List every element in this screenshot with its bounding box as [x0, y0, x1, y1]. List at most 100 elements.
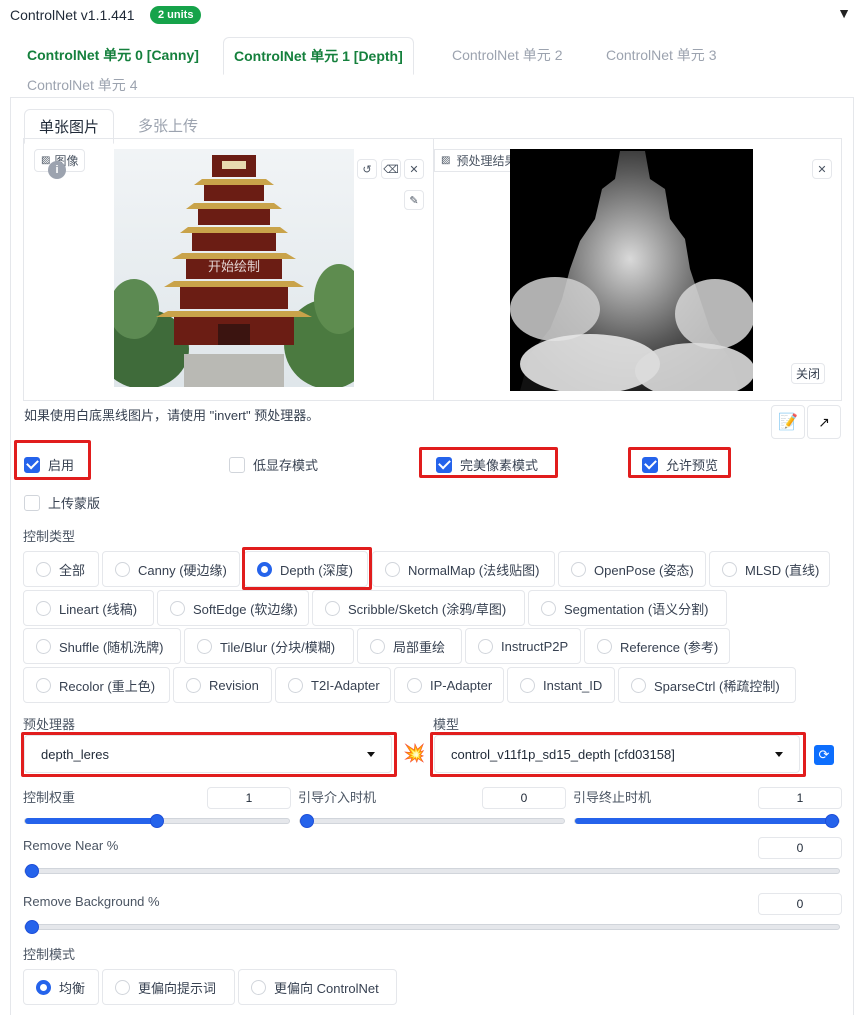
control-mode-option-selected[interactable]: 均衡 — [23, 969, 99, 1005]
preprocessor-label: 预处理器 — [23, 717, 76, 732]
radio-icon — [478, 638, 493, 654]
eraser-icon[interactable]: ⌫ — [381, 159, 401, 179]
remove-near-slider[interactable] — [24, 864, 840, 878]
upload-mask-checkbox[interactable]: 上传蒙版 — [24, 493, 100, 512]
control-mode-option[interactable]: 更偏向提示词 — [102, 969, 235, 1005]
control-type-option[interactable]: Reference (参考) — [584, 628, 730, 664]
highlight-box — [21, 732, 397, 777]
checkbox-unchecked-icon — [229, 456, 245, 473]
radio-icon — [520, 677, 535, 693]
input-pagoda-image: 开始绘制 — [114, 149, 354, 387]
option-label: IP-Adapter — [430, 677, 493, 693]
radio-icon — [722, 561, 737, 577]
control-mode-option[interactable]: 更偏向 ControlNet — [238, 969, 397, 1005]
refresh-models-icon[interactable]: ⟳ — [814, 745, 834, 765]
control-type-option[interactable]: InstructP2P — [465, 628, 581, 664]
slider-thumb[interactable] — [825, 814, 839, 828]
radio-icon — [36, 638, 51, 654]
weight-slider[interactable] — [24, 814, 290, 828]
option-label: 全部 — [59, 562, 86, 578]
option-label: Instant_ID — [543, 677, 603, 693]
control-type-option[interactable]: 全部 — [23, 551, 99, 587]
info-icon[interactable]: i — [48, 161, 66, 179]
highlight-box — [419, 447, 558, 478]
option-label: SparseCtrl (稀疏控制) — [654, 678, 780, 694]
close-preview-icon[interactable]: ✕ — [812, 159, 832, 179]
highlight-box — [430, 732, 806, 777]
control-type-option[interactable]: MLSD (直线) — [709, 551, 830, 587]
slider-thumb[interactable] — [25, 864, 39, 878]
slider-thumb[interactable] — [300, 814, 314, 828]
tab-unit-1[interactable]: ControlNet 单元 1 [Depth] — [223, 37, 414, 75]
clear-image-icon[interactable]: ✕ — [404, 159, 424, 179]
control-type-option[interactable]: NormalMap (法线贴图) — [372, 551, 555, 587]
control-type-option[interactable]: Tile/Blur (分块/模糊) — [184, 628, 354, 664]
radio-icon — [36, 677, 51, 693]
radio-icon — [36, 561, 51, 577]
control-type-option[interactable]: Scribble/Sketch (涂鸦/草图) — [312, 590, 525, 626]
option-label: Tile/Blur (分块/模糊) — [220, 639, 336, 655]
control-type-option[interactable]: Segmentation (语义分割) — [528, 590, 727, 626]
end-slider[interactable] — [574, 814, 840, 828]
brush-icon[interactable]: ✎ — [404, 190, 424, 210]
image-icon: ▨ — [441, 155, 451, 166]
option-label: 均衡 — [59, 980, 86, 996]
image-area: ▨ 图像 i 开始绘制 ↺ ⌫ ✕ ✎ ▨ 预处理结果预览 ✕ 关闭 — [23, 138, 842, 401]
radio-icon — [597, 638, 612, 654]
start-slider[interactable] — [299, 814, 565, 828]
option-label: SoftEdge (软边缘) — [193, 601, 298, 617]
option-label: Recolor (重上色) — [59, 678, 156, 694]
control-type-option[interactable]: Revision — [173, 667, 272, 703]
control-type-option[interactable]: Canny (硬边缘) — [102, 551, 240, 587]
preview-image-panel: ▨ 预处理结果预览 ✕ 关闭 — [434, 139, 841, 400]
remove-bg-input[interactable]: 0 — [758, 893, 842, 915]
control-type-option[interactable]: IP-Adapter — [394, 667, 504, 703]
radio-icon — [370, 638, 385, 654]
undo-icon[interactable]: ↺ — [357, 159, 377, 179]
radio-icon — [36, 600, 51, 616]
option-label: 更偏向 ControlNet — [274, 980, 379, 996]
run-preprocessor-icon[interactable]: 💥 — [403, 743, 425, 764]
control-type-option[interactable]: T2I-Adapter — [275, 667, 391, 703]
slider-thumb[interactable] — [25, 920, 39, 934]
slider-thumb[interactable] — [150, 814, 164, 828]
control-type-option[interactable]: SoftEdge (软边缘) — [157, 590, 309, 626]
radio-selected-icon — [36, 979, 51, 995]
low-vram-checkbox[interactable]: 低显存模式 — [229, 455, 318, 474]
control-type-option[interactable]: Instant_ID — [507, 667, 615, 703]
option-label: MLSD (直线) — [745, 562, 820, 578]
end-input[interactable]: 1 — [758, 787, 842, 809]
control-mode-label: 控制模式 — [23, 947, 76, 962]
radio-icon — [571, 561, 586, 577]
remove-near-input[interactable]: 0 — [758, 837, 842, 859]
option-label: Segmentation (语义分割) — [564, 601, 709, 617]
tab-unit-2[interactable]: ControlNet 单元 2 — [442, 37, 572, 73]
control-type-option[interactable]: Lineart (线稿) — [23, 590, 154, 626]
start-input[interactable]: 0 — [482, 787, 566, 809]
close-preview-button[interactable]: 关闭 — [791, 363, 826, 384]
option-label: Canny (硬边缘) — [138, 562, 227, 578]
radio-icon — [170, 600, 185, 616]
depth-preview-image — [510, 149, 753, 391]
control-type-option[interactable]: Shuffle (随机洗牌) — [23, 628, 181, 664]
remove-bg-slider[interactable] — [24, 920, 840, 934]
option-label: 局部重绘 — [393, 639, 446, 655]
collapse-arrow-icon[interactable]: ▼ — [837, 5, 851, 21]
control-type-option[interactable]: Recolor (重上色) — [23, 667, 170, 703]
send-dimensions-icon[interactable]: ↗ — [807, 405, 841, 439]
input-image-panel[interactable]: ▨ 图像 i 开始绘制 ↺ ⌫ ✕ ✎ — [24, 139, 434, 400]
control-type-option[interactable]: 局部重绘 — [357, 628, 462, 664]
option-label: Shuffle (随机洗牌) — [59, 639, 164, 655]
radio-icon — [186, 677, 201, 693]
remove-bg-label: Remove Background % — [23, 894, 160, 909]
option-label: Scribble/Sketch (涂鸦/草图) — [348, 601, 507, 617]
tab-unit-3[interactable]: ControlNet 单元 3 — [596, 37, 726, 73]
slider-fill — [575, 818, 839, 824]
weight-input[interactable]: 1 — [207, 787, 291, 809]
control-type-option[interactable]: SparseCtrl (稀疏控制) — [618, 667, 796, 703]
panel-title: ControlNet v1.1.441 — [10, 7, 135, 23]
radio-icon — [197, 638, 212, 654]
radio-icon — [251, 979, 266, 995]
edit-note-icon[interactable]: 📝 — [771, 405, 805, 439]
control-type-option[interactable]: OpenPose (姿态) — [558, 551, 706, 587]
